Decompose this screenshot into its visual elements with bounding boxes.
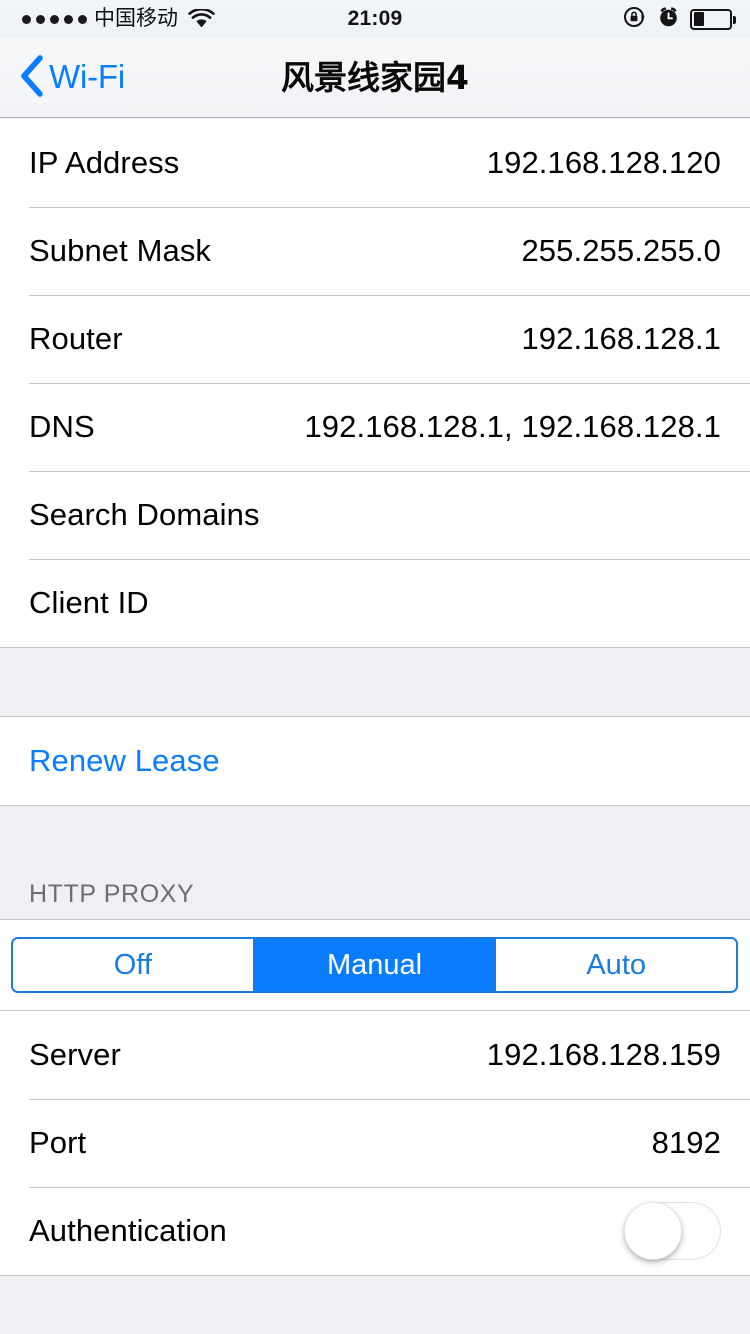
alarm-clock-icon — [657, 5, 680, 33]
row-label: Port — [29, 1125, 87, 1160]
row-label: DNS — [29, 409, 95, 444]
renew-lease-group: Renew Lease — [0, 717, 750, 805]
segment-label: Manual — [326, 948, 423, 981]
navigation-bar: Wi-Fi 风景线家园4 — [0, 38, 750, 118]
row-label: Server — [29, 1037, 121, 1072]
row-value: 192.168.128.1 — [521, 321, 721, 356]
segment-off[interactable]: Off — [13, 939, 255, 991]
row-label: Search Domains — [29, 497, 260, 532]
row-value: 255.255.255.0 — [521, 233, 721, 268]
dhcp-details-group: IP Address 192.168.128.120 Subnet Mask 2… — [0, 119, 750, 647]
iphone-screen: 中国移动 21:09 Wi-Fi 风景线家园4 IP Address 192.1… — [0, 0, 750, 1334]
table-row-subnet-mask[interactable]: Subnet Mask 255.255.255.0 — [0, 207, 750, 295]
status-bar: 中国移动 21:09 — [0, 0, 750, 38]
section-gap — [0, 647, 750, 717]
table-row-authentication[interactable]: Authentication — [0, 1187, 750, 1275]
table-row-client-id[interactable]: Client ID — [0, 559, 750, 647]
row-value: 192.168.128.1, 192.168.128.1 — [304, 409, 721, 444]
server-value: 192.168.128.159 — [486, 1037, 721, 1072]
row-label: Router — [29, 321, 123, 356]
battery-cap — [733, 15, 736, 24]
table-row-dns[interactable]: DNS 192.168.128.1, 192.168.128.1 — [0, 383, 750, 471]
table-row-search-domains[interactable]: Search Domains — [0, 471, 750, 559]
http-proxy-fields-group: Server 192.168.128.159 Port 8192 Authent… — [0, 1010, 750, 1276]
row-label: Subnet Mask — [29, 233, 212, 268]
settings-content: IP Address 192.168.128.120 Subnet Mask 2… — [0, 119, 750, 1334]
segment-manual[interactable]: Manual — [254, 939, 497, 991]
segment-label: Auto — [586, 948, 647, 981]
row-label: Client ID — [29, 585, 149, 620]
table-row-ip-address[interactable]: IP Address 192.168.128.120 — [0, 119, 750, 207]
status-bar-right — [623, 0, 736, 38]
http-proxy-mode-row: Off Manual Auto — [0, 919, 750, 1010]
segment-auto[interactable]: Auto — [496, 939, 736, 991]
authentication-label: Authentication — [29, 1213, 227, 1248]
page-title: 风景线家园4 — [281, 58, 469, 97]
section-header-label: HTTP PROXY — [29, 880, 195, 908]
rotation-lock-icon — [623, 5, 647, 34]
segment-label: Off — [113, 948, 152, 981]
table-row-port[interactable]: Port 8192 — [0, 1099, 750, 1187]
section-gap — [0, 805, 750, 849]
toggle-knob — [624, 1202, 682, 1260]
row-label: IP Address — [29, 145, 180, 180]
authentication-toggle[interactable] — [624, 1202, 721, 1260]
renew-lease-label: Renew Lease — [29, 743, 220, 778]
row-value: 192.168.128.120 — [486, 145, 721, 180]
battery-icon — [690, 8, 736, 30]
battery-level-fill — [693, 12, 704, 26]
http-proxy-section-header: HTTP PROXY — [0, 849, 750, 919]
port-value: 8192 — [651, 1125, 721, 1160]
http-proxy-segmented-control[interactable]: Off Manual Auto — [11, 937, 738, 993]
table-row-router[interactable]: Router 192.168.128.1 — [0, 295, 750, 383]
bottom-background — [0, 1276, 750, 1334]
renew-lease-button[interactable]: Renew Lease — [0, 717, 750, 805]
table-row-server[interactable]: Server 192.168.128.159 — [0, 1011, 750, 1099]
